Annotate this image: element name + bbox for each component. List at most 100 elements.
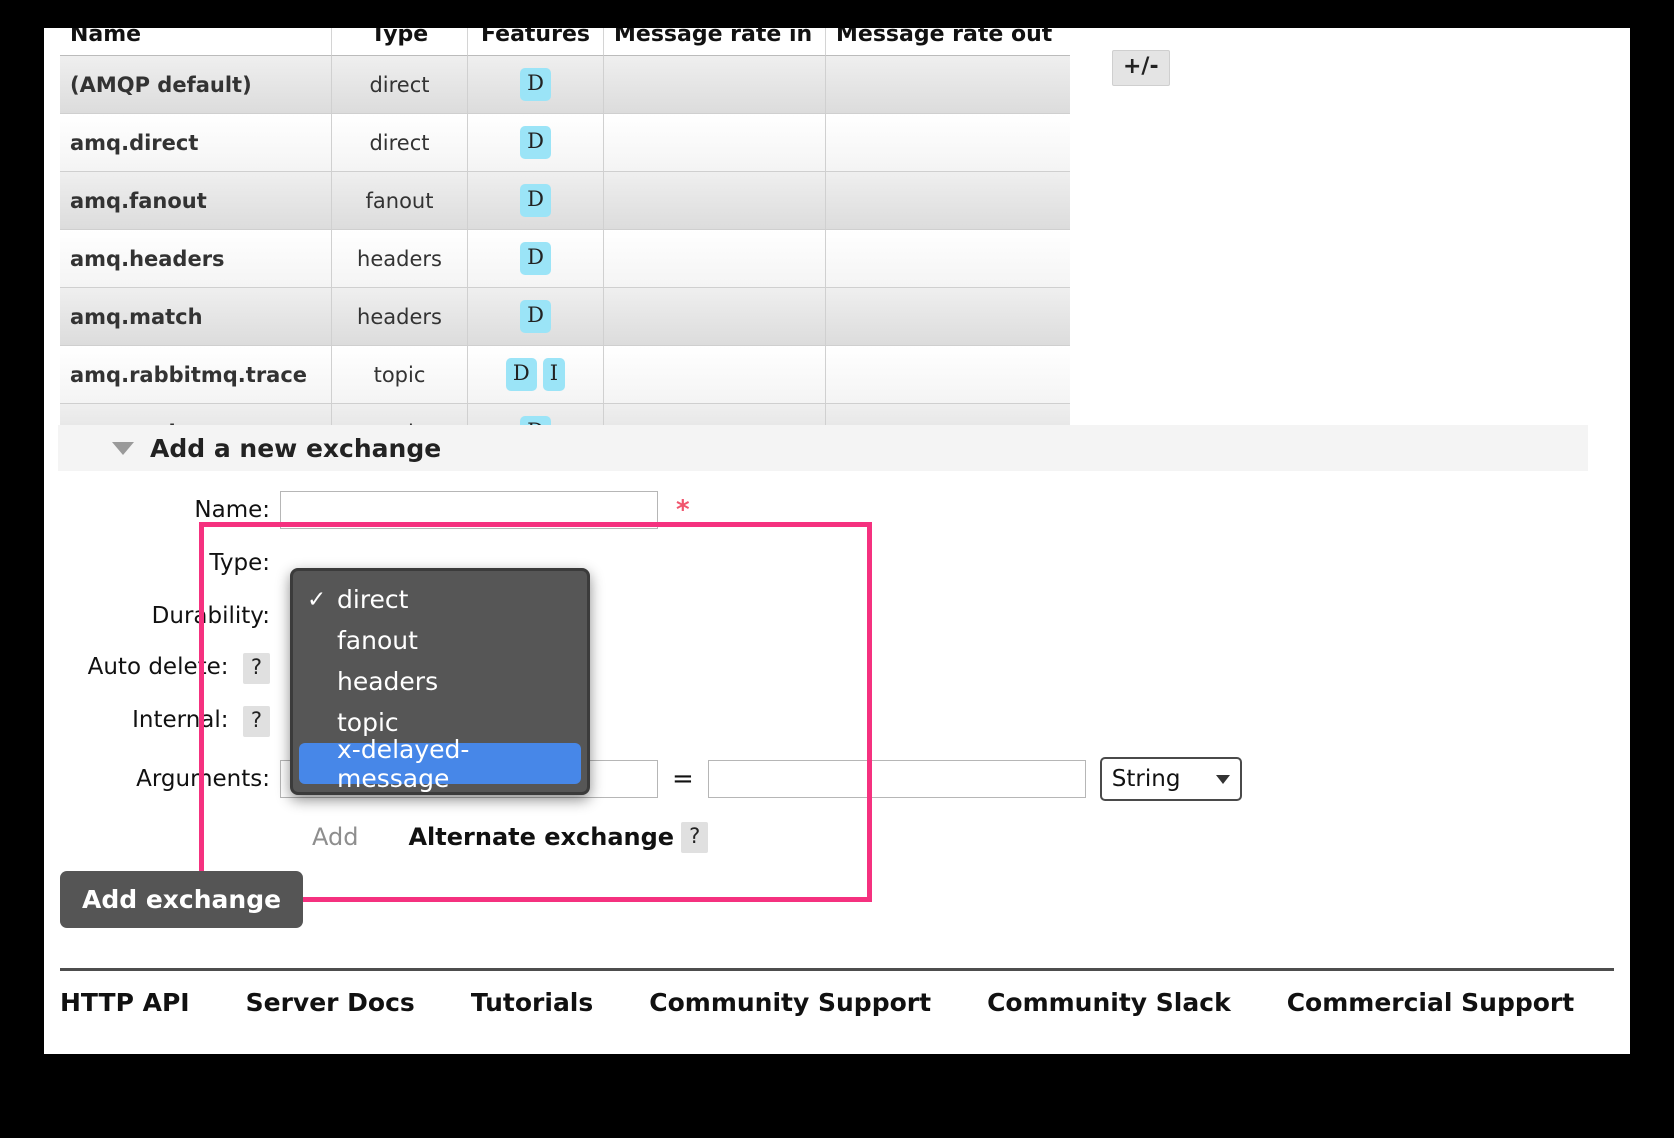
- cell-exchange-features: D: [468, 114, 604, 172]
- internal-help-icon[interactable]: ?: [242, 706, 270, 737]
- argument-value-input[interactable]: [707, 760, 1086, 798]
- argument-type-value: String: [1111, 766, 1181, 792]
- footer-link[interactable]: Community Support: [649, 988, 931, 1017]
- cell-exchange-name[interactable]: amq.direct: [60, 114, 332, 172]
- arguments-label: Arguments:: [136, 766, 270, 792]
- table-row[interactable]: amq.headers headers D: [60, 230, 1070, 288]
- table-row[interactable]: amq.fanout fanout D: [60, 172, 1070, 230]
- form-row-auto-delete: Auto delete: ?: [44, 642, 1630, 695]
- footer-link[interactable]: Tutorials: [471, 988, 593, 1017]
- equals-sign: =: [672, 764, 694, 794]
- cell-message-rate-in: [604, 114, 826, 172]
- cell-message-rate-in: [604, 230, 826, 288]
- cell-message-rate-in: [604, 346, 826, 404]
- cell-exchange-type: direct: [332, 114, 468, 172]
- cell-message-rate-out: [826, 346, 1070, 404]
- name-input[interactable]: [280, 490, 658, 529]
- footer-link[interactable]: HTTP API: [60, 988, 190, 1017]
- form-row-type: Type:: [44, 536, 1630, 589]
- triangle-down-icon[interactable]: [112, 441, 134, 455]
- section-title: Add a new exchange: [150, 433, 442, 463]
- table-row[interactable]: amq.direct direct D: [60, 114, 1070, 172]
- cell-message-rate-in: [604, 172, 826, 230]
- cell-exchange-type: fanout: [332, 172, 468, 230]
- cell-message-rate-out: [826, 56, 1070, 114]
- cell-message-rate-in: [604, 288, 826, 346]
- cell-exchange-type: headers: [332, 288, 468, 346]
- table-row[interactable]: (AMQP default) direct D: [60, 56, 1070, 114]
- column-header-message-rate-in[interactable]: Message rate in: [604, 28, 826, 56]
- cell-exchange-name[interactable]: amq.headers: [60, 230, 332, 288]
- dropdown-option-headers[interactable]: headers: [299, 661, 581, 702]
- feature-badge: D: [520, 68, 551, 101]
- cell-message-rate-out: [826, 230, 1070, 288]
- exchange-type-dropdown-menu[interactable]: ✓ direct fanout headers topic x-delayed-messa…: [290, 568, 590, 795]
- dropdown-option-label: x-delayed-message: [337, 734, 470, 793]
- durability-label: Durability:: [151, 602, 270, 629]
- cell-message-rate-out: [826, 114, 1070, 172]
- feature-badge: D: [520, 300, 551, 333]
- alternate-exchange-help-icon[interactable]: ?: [681, 821, 709, 853]
- auto-delete-help-icon[interactable]: ?: [242, 653, 270, 684]
- auto-delete-label-text: Auto delete:: [87, 654, 229, 680]
- table-body: (AMQP default) direct Damq.direct direct Dam…: [60, 56, 1070, 462]
- cell-message-rate-out: [826, 288, 1070, 346]
- column-header-message-rate-out[interactable]: Message rate out: [826, 28, 1070, 56]
- alternate-exchange-label: Alternate exchange: [408, 823, 675, 851]
- column-header-features[interactable]: Features: [468, 28, 604, 56]
- form-row-arguments: Arguments: = String: [44, 748, 1630, 810]
- cell-exchange-features: DI: [468, 346, 604, 404]
- cell-message-rate-out: [826, 172, 1070, 230]
- dropdown-option-fanout[interactable]: fanout: [299, 620, 581, 661]
- table-header: Name Type Features Message rate in Messa…: [60, 28, 1070, 56]
- column-header-type[interactable]: Type: [332, 28, 468, 56]
- cell-exchange-name[interactable]: amq.match: [60, 288, 332, 346]
- column-header-name[interactable]: Name: [60, 28, 332, 56]
- cell-exchange-features: D: [468, 230, 604, 288]
- add-exchange-button[interactable]: Add exchange: [60, 871, 304, 928]
- cell-exchange-name[interactable]: amq.rabbitmq.trace: [60, 346, 332, 404]
- cell-exchange-type: headers: [332, 230, 468, 288]
- dropdown-option-label: topic: [337, 708, 399, 737]
- dropdown-option-label: fanout: [337, 626, 418, 655]
- dropdown-option-direct[interactable]: ✓ direct: [299, 579, 581, 620]
- table-header-row: Name Type Features Message rate in Messa…: [60, 28, 1070, 56]
- form-row-name: Name: *: [44, 483, 1630, 536]
- footer-link[interactable]: Community Slack: [987, 988, 1231, 1017]
- type-label: Type:: [209, 549, 270, 576]
- footer-link[interactable]: Server Docs: [246, 988, 415, 1017]
- chevron-down-icon: [1215, 774, 1230, 784]
- table-row[interactable]: amq.rabbitmq.trace topic D I: [60, 346, 1070, 404]
- dropdown-option-label: headers: [337, 667, 439, 696]
- add-argument-link[interactable]: Add: [312, 823, 358, 851]
- add-exchange-section-header[interactable]: Add a new exchange: [58, 425, 1588, 471]
- rabbitmq-exchanges-page: Name Type Features Message rate in Messa…: [44, 28, 1630, 1054]
- table-row[interactable]: amq.match headers D: [60, 288, 1070, 346]
- cell-exchange-features: D: [468, 56, 604, 114]
- exchanges-table: Name Type Features Message rate in Messa…: [60, 28, 1070, 462]
- feature-badge: D: [505, 358, 537, 391]
- feature-badge: D: [520, 126, 551, 159]
- internal-label-text: Internal:: [132, 707, 229, 733]
- dropdown-option-x-delayed-message[interactable]: x-delayed-message: [299, 735, 581, 793]
- cell-exchange-type: topic: [332, 346, 468, 404]
- exchanges-table-container: Name Type Features Message rate in Messa…: [60, 28, 1070, 462]
- check-icon: ✓: [307, 586, 327, 613]
- form-row-durability: Durability:: [44, 589, 1630, 642]
- argument-type-select[interactable]: String: [1099, 757, 1242, 801]
- form-row-internal: Internal: ?: [44, 695, 1630, 748]
- form-row-add-argument: Add Alternate exchange ?: [44, 810, 1630, 864]
- column-toggle-button[interactable]: +/-: [1112, 50, 1170, 86]
- feature-badge: I: [542, 358, 566, 391]
- name-label: Name:: [194, 496, 270, 523]
- cell-exchange-type: direct: [332, 56, 468, 114]
- required-marker: *: [676, 494, 690, 525]
- footer-link[interactable]: Commercial Support: [1287, 988, 1575, 1017]
- auto-delete-label: Auto delete: ?: [44, 653, 280, 684]
- cell-exchange-name[interactable]: amq.fanout: [60, 172, 332, 230]
- cell-exchange-features: D: [468, 172, 604, 230]
- footer-links: HTTP API Server Docs Tutorials Community Su…: [60, 988, 1620, 1017]
- add-exchange-form: Name: * Type: Durability: Auto delete: ?…: [44, 483, 1630, 864]
- cell-exchange-name[interactable]: (AMQP default): [60, 56, 332, 114]
- footer-divider: [60, 968, 1614, 971]
